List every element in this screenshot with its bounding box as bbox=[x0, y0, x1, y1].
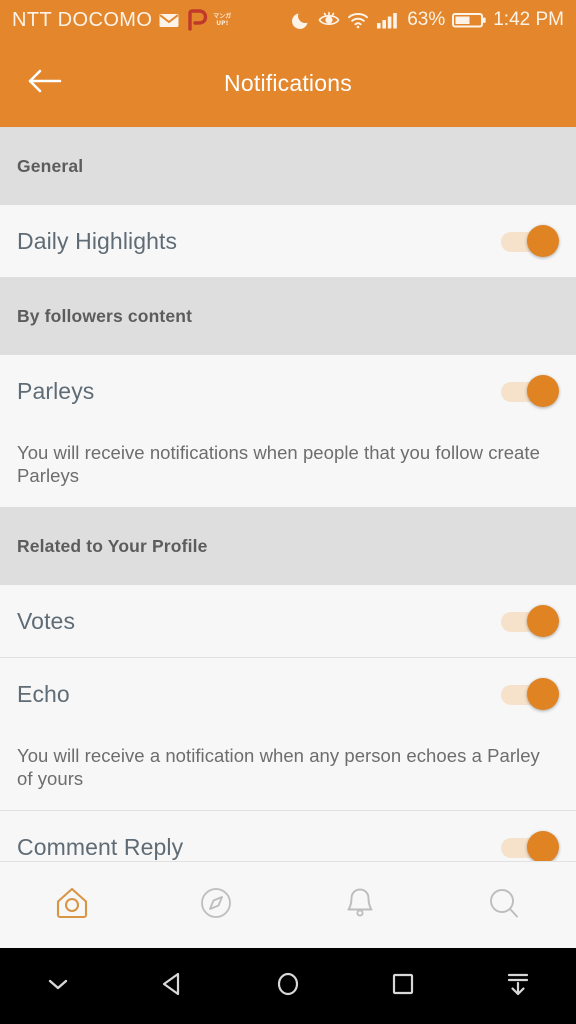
section-header-label: General bbox=[17, 155, 84, 176]
phone-screen: NTT DOCOMO マンガ UP! 63% 1:42 PM Notificat… bbox=[0, 0, 576, 1024]
settings-list[interactable]: General Daily Highlights By followers co… bbox=[0, 127, 576, 861]
clock-label: 1:42 PM bbox=[493, 9, 564, 30]
do-not-disturb-moon-icon bbox=[291, 10, 311, 30]
manga-badge-line1: マンガ bbox=[213, 13, 232, 20]
bell-icon bbox=[337, 880, 383, 931]
battery-icon bbox=[452, 10, 486, 30]
wifi-icon bbox=[347, 10, 369, 30]
setting-label: Parleys bbox=[17, 377, 95, 404]
home-icon bbox=[49, 880, 95, 931]
toggle-comment-reply[interactable] bbox=[499, 828, 559, 861]
status-bar-right: 63% 1:42 PM bbox=[291, 9, 564, 31]
android-navigation-bar bbox=[0, 948, 576, 1024]
setting-row-echo[interactable]: Echo bbox=[0, 658, 576, 730]
pull-down-icon bbox=[501, 967, 535, 1006]
recents-square-icon bbox=[386, 967, 420, 1006]
navbar-back-button[interactable] bbox=[115, 948, 230, 1024]
chevron-down-icon bbox=[41, 967, 75, 1006]
setting-label: Votes bbox=[17, 607, 76, 634]
status-bar-left: NTT DOCOMO マンガ UP! bbox=[12, 8, 231, 32]
toggle-daily-highlights[interactable] bbox=[499, 222, 559, 260]
back-button[interactable] bbox=[14, 53, 76, 115]
search-icon bbox=[481, 880, 527, 931]
description-echo: You will receive a notification when any… bbox=[0, 730, 576, 810]
setting-row-parleys[interactable]: Parleys bbox=[0, 355, 576, 427]
cellular-signal-icon bbox=[376, 10, 400, 30]
parley-p-icon bbox=[186, 8, 208, 32]
manga-badge-line2: UP! bbox=[216, 20, 229, 27]
navbar-hide-button[interactable] bbox=[0, 948, 115, 1024]
section-header-label: Related to Your Profile bbox=[17, 535, 208, 556]
tab-notifications[interactable] bbox=[288, 862, 432, 948]
section-header-general: General bbox=[0, 127, 576, 205]
tab-home[interactable] bbox=[0, 862, 144, 948]
setting-label: Echo bbox=[17, 680, 70, 707]
manga-up-badge-icon: マンガ UP! bbox=[213, 13, 231, 27]
section-header-by-followers-content: By followers content bbox=[0, 277, 576, 355]
eye-comfort-icon bbox=[318, 10, 340, 30]
home-circle-icon bbox=[271, 967, 305, 1006]
setting-row-comment-reply[interactable]: Comment Reply bbox=[0, 811, 576, 861]
battery-percent-label: 63% bbox=[407, 9, 446, 30]
toggle-thumb bbox=[527, 605, 559, 637]
section-header-related-to-your-profile: Related to Your Profile bbox=[0, 507, 576, 585]
navbar-home-button[interactable] bbox=[230, 948, 345, 1024]
description-parleys: You will receive notifications when peop… bbox=[0, 427, 576, 507]
toggle-thumb bbox=[527, 831, 559, 861]
toggle-thumb bbox=[527, 678, 559, 710]
bottom-tab-bar bbox=[0, 861, 576, 948]
toggle-echo[interactable] bbox=[499, 675, 559, 713]
carrier-label: NTT DOCOMO bbox=[12, 8, 153, 31]
app-bar: Notifications bbox=[0, 40, 576, 127]
description-text: You will receive a notification when any… bbox=[17, 745, 540, 789]
tab-search[interactable] bbox=[432, 862, 576, 948]
toggle-parleys[interactable] bbox=[499, 372, 559, 410]
navbar-pin-button[interactable] bbox=[461, 948, 576, 1024]
setting-label: Daily Highlights bbox=[17, 227, 178, 254]
page-title: Notifications bbox=[224, 70, 352, 96]
description-text: You will receive notifications when peop… bbox=[17, 442, 540, 486]
toggle-thumb bbox=[527, 225, 559, 257]
section-header-label: By followers content bbox=[17, 305, 193, 326]
toggle-votes[interactable] bbox=[499, 602, 559, 640]
status-bar: NTT DOCOMO マンガ UP! 63% 1:42 PM bbox=[0, 0, 576, 40]
tab-explore[interactable] bbox=[144, 862, 288, 948]
navbar-recents-button[interactable] bbox=[346, 948, 461, 1024]
compass-icon bbox=[193, 880, 239, 931]
back-triangle-icon bbox=[156, 967, 190, 1006]
mail-icon bbox=[157, 8, 181, 32]
setting-row-daily-highlights[interactable]: Daily Highlights bbox=[0, 205, 576, 277]
back-arrow-icon bbox=[27, 66, 63, 101]
setting-row-votes[interactable]: Votes bbox=[0, 585, 576, 657]
setting-label: Comment Reply bbox=[17, 833, 184, 860]
toggle-thumb bbox=[527, 375, 559, 407]
